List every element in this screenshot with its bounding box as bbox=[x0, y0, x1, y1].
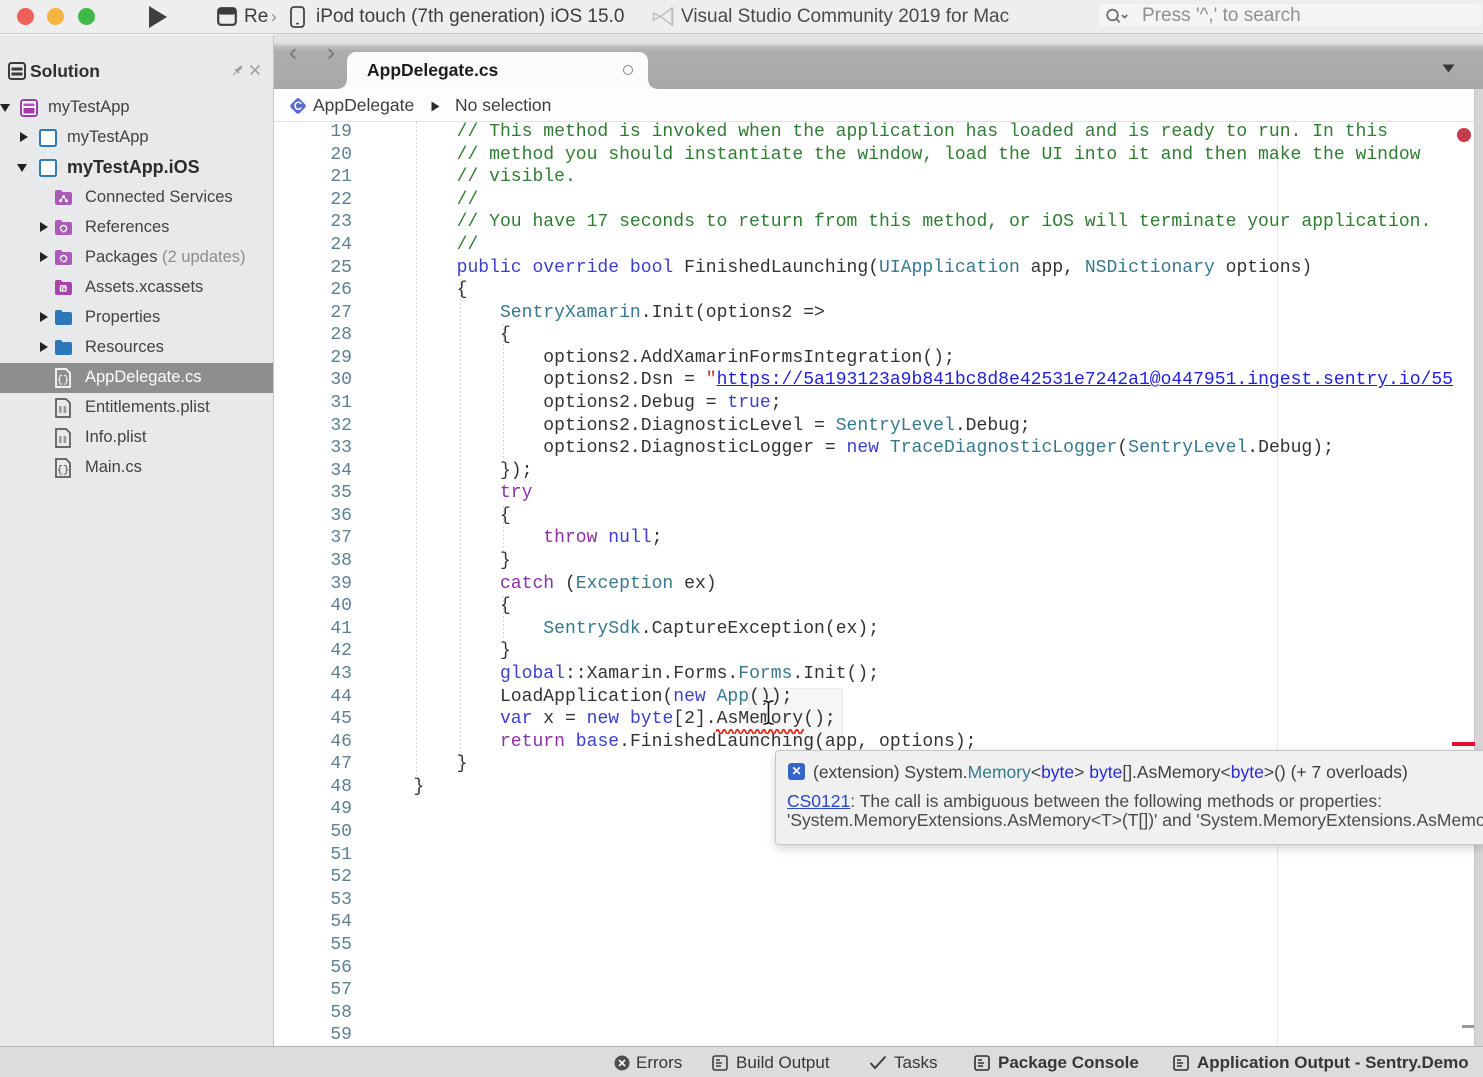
svg-text:{}: {} bbox=[57, 465, 70, 477]
svg-text:{}: {} bbox=[57, 375, 70, 387]
svg-text:C: C bbox=[294, 101, 302, 113]
